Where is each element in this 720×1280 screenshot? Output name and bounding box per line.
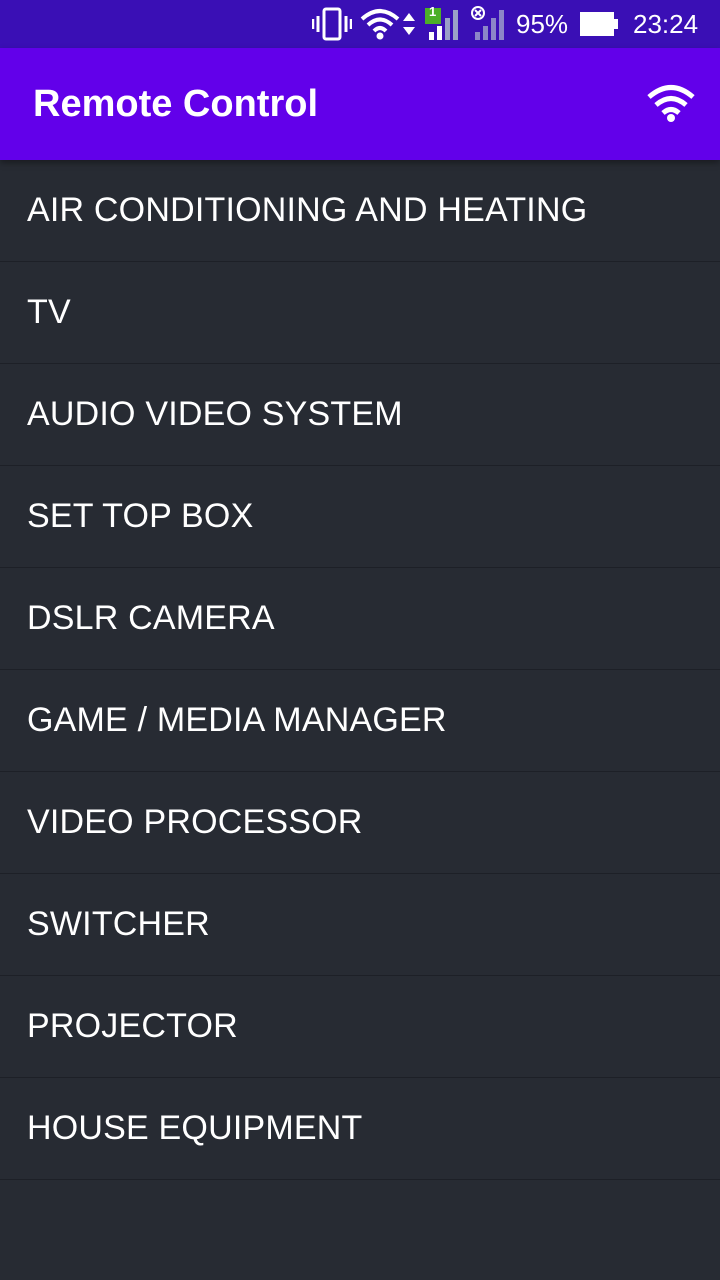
status-time: 23:24: [633, 9, 699, 39]
list-item-air-conditioning[interactable]: AIR CONDITIONING AND HEATING: [0, 160, 720, 262]
list-item-label: DSLR CAMERA: [27, 599, 275, 637]
app-title: Remote Control: [33, 83, 318, 125]
list-item-label: PROJECTOR: [27, 1007, 238, 1045]
wifi-action-icon[interactable]: [646, 84, 696, 124]
list-item-label: VIDEO PROCESSOR: [27, 803, 363, 841]
no-signal-icon: [470, 0, 508, 48]
list-item-label: SET TOP BOX: [27, 497, 254, 535]
status-bar: 1 95% 23:24: [0, 0, 720, 48]
list-item-label: TV: [27, 293, 71, 331]
app-bar: Remote Control: [0, 48, 720, 160]
list-item-label: HOUSE EQUIPMENT: [27, 1109, 363, 1147]
list-item-label: GAME / MEDIA MANAGER: [27, 701, 447, 739]
list-item-label: SWITCHER: [27, 905, 210, 943]
list-item-game-media-manager[interactable]: GAME / MEDIA MANAGER: [0, 670, 720, 772]
list-item-projector[interactable]: PROJECTOR: [0, 976, 720, 1078]
device-category-list: AIR CONDITIONING AND HEATING TV AUDIO VI…: [0, 160, 720, 1180]
battery-percent: 95%: [516, 9, 569, 39]
battery-icon: [580, 0, 620, 48]
sim-slot-label: 1: [429, 4, 437, 19]
list-item-label: AIR CONDITIONING AND HEATING: [27, 191, 588, 229]
list-item-house-equipment[interactable]: HOUSE EQUIPMENT: [0, 1078, 720, 1180]
list-item-set-top-box[interactable]: SET TOP BOX: [0, 466, 720, 568]
list-item-switcher[interactable]: SWITCHER: [0, 874, 720, 976]
wifi-icon: [360, 0, 400, 48]
vibrate-icon: [312, 0, 352, 48]
data-arrows-icon: [402, 0, 416, 48]
signal-icon: 1: [424, 0, 462, 48]
list-item-tv[interactable]: TV: [0, 262, 720, 364]
list-item-video-processor[interactable]: VIDEO PROCESSOR: [0, 772, 720, 874]
list-item-audio-video-system[interactable]: AUDIO VIDEO SYSTEM: [0, 364, 720, 466]
list-item-label: AUDIO VIDEO SYSTEM: [27, 395, 403, 433]
list-item-dslr-camera[interactable]: DSLR CAMERA: [0, 568, 720, 670]
